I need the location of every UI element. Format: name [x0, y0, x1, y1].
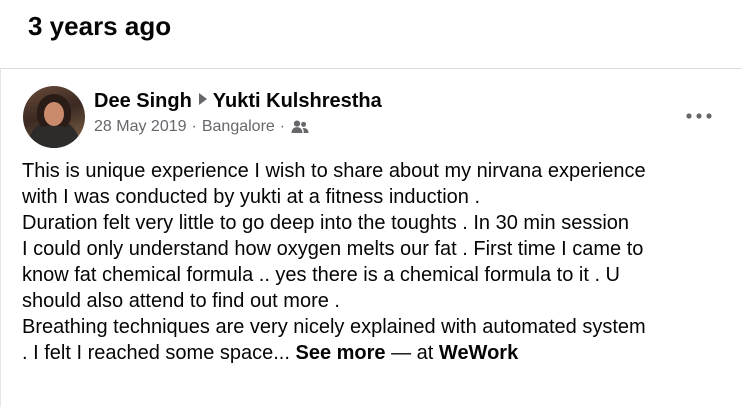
- post-text-line: This is unique experience I wish to shar…: [22, 160, 646, 182]
- recipient-name-link[interactable]: Yukti Kulshrestha: [213, 90, 382, 112]
- post-meta: 28 May 2019 · Bangalore ·: [94, 117, 382, 137]
- avatar-body: [31, 126, 77, 148]
- author-avatar[interactable]: [23, 86, 85, 148]
- post-date-link[interactable]: 28 May 2019: [94, 117, 187, 137]
- post-text-line: I could only understand how oxygen melts…: [22, 238, 644, 260]
- more-options-button[interactable]: [684, 101, 714, 131]
- meta-separator-2: ·: [279, 118, 286, 135]
- post-text: This is unique experience I wish to shar…: [22, 158, 734, 366]
- place-link[interactable]: WeWork: [439, 342, 518, 364]
- memories-section-title: 3 years ago: [28, 11, 172, 41]
- at-text: — at: [391, 342, 434, 364]
- see-more-link[interactable]: See more: [295, 342, 385, 364]
- post-text-line: Duration felt very little to go deep int…: [22, 212, 630, 234]
- author-name-link[interactable]: Dee Singh: [94, 90, 192, 112]
- friends-icon[interactable]: [291, 120, 309, 134]
- post-text-line: with I was conducted by yukti at a fitne…: [22, 186, 481, 208]
- post-names: Dee Singh Yukti Kulshrestha: [94, 88, 382, 114]
- post-card: Dee Singh Yukti Kulshrestha 28 May 2019 ·…: [0, 68, 742, 407]
- triangle-right-icon: [198, 93, 207, 105]
- meta-separator: ·: [191, 118, 197, 135]
- post-header: Dee Singh Yukti Kulshrestha 28 May 2019 ·…: [94, 88, 382, 137]
- post-text-line: know fat chemical formula .. yes there i…: [22, 264, 620, 286]
- post-location-link[interactable]: Bangalore: [202, 117, 275, 137]
- more-options-icon: [686, 113, 712, 119]
- post-text-last-line: . I felt I reached some space... See mor…: [22, 340, 734, 366]
- post-text-truncated: . I felt I reached some space...: [22, 342, 290, 364]
- avatar-face: [44, 102, 64, 126]
- post-text-line: Breathing techniques are very nicely exp…: [22, 316, 646, 338]
- post-text-line: should also attend to find out more .: [22, 290, 340, 312]
